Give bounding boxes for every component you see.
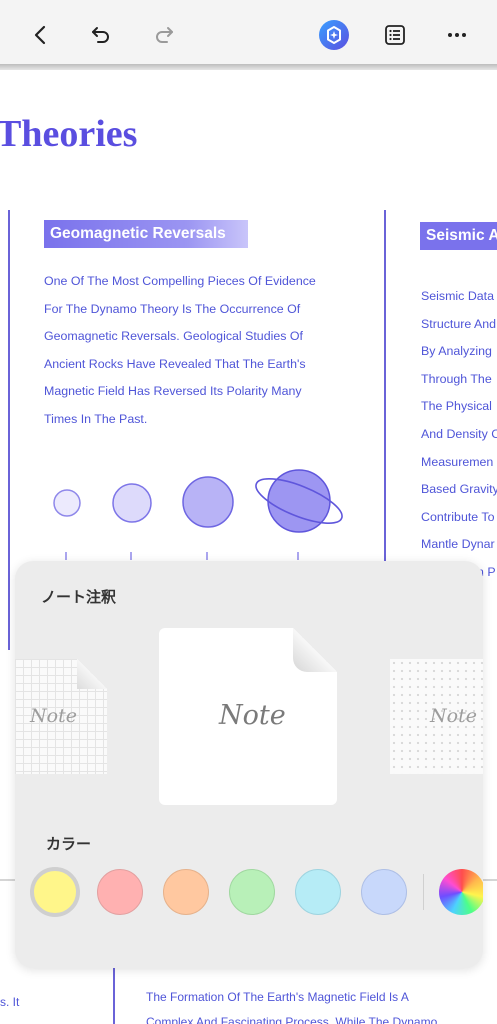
list-icon [385,25,405,45]
color-swatch-cyan[interactable] [295,869,341,915]
more-button[interactable] [439,17,475,53]
note-style-grid[interactable]: Note [15,659,107,774]
swatch-divider [423,874,424,910]
color-swatch-green[interactable] [229,869,275,915]
topic-tag: Geomagnetic Reversals [44,220,248,248]
note-style-plain[interactable]: Note [159,628,337,805]
ai-assistant-icon [319,20,349,50]
topic-tag: Seismic A [420,222,497,250]
back-button[interactable] [23,17,59,53]
note-style-dotted[interactable]: Note [390,659,483,774]
more-icon [448,33,466,37]
redo-button[interactable] [146,17,182,53]
planet-illustration [53,469,343,560]
sheet-title: ノート注釈 [41,589,117,606]
body-text: Seismic Data Structure And By Analyzing … [421,289,497,579]
color-swatch-yellow[interactable] [30,867,80,917]
chevron-left-icon [34,25,46,45]
section-heading: Theories [0,113,138,155]
redo-icon [156,27,173,43]
undo-icon [92,27,109,43]
page-curl [77,659,107,689]
body-text-fragment: s. It [0,995,20,1009]
ai-assistant-button[interactable] [316,17,352,53]
body-text: The Formation Of The Earth's Magnetic Fi… [146,990,438,1024]
outline-button[interactable] [377,17,413,53]
color-swatch-red[interactable] [97,869,143,915]
top-toolbar [0,0,497,70]
note-style-label: Note [219,700,286,731]
color-label: カラー [46,836,92,853]
custom-color-picker[interactable] [439,869,483,915]
note-style-label: Note [30,705,77,727]
page-curl [293,628,337,672]
undo-button[interactable] [83,17,119,53]
note-annotation-sheet: ノート注釈 Note Note Note カラー [15,561,483,968]
color-swatch-orange[interactable] [163,869,209,915]
color-swatch-blue[interactable] [361,869,407,915]
column-divider [8,210,10,650]
note-style-label: Note [430,705,477,727]
body-text: One Of The Most Compelling Pieces Of Evi… [44,274,316,426]
column-divider [113,965,115,1024]
